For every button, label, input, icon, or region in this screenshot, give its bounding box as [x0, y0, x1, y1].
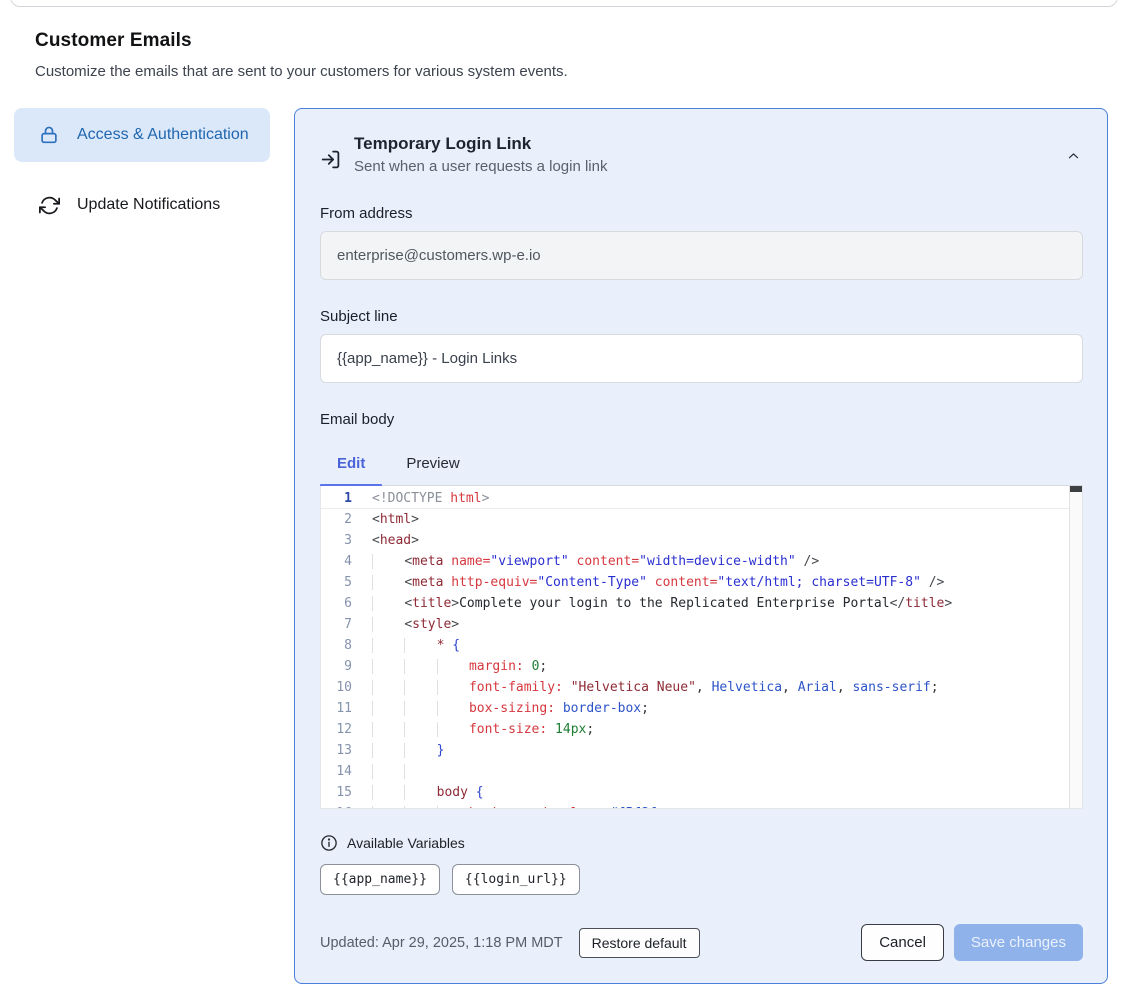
code-line[interactable]: 8 * {: [321, 635, 1082, 656]
code-line[interactable]: 15 body {: [321, 782, 1082, 803]
content-area: Access & Authentication Update Notificati…: [0, 80, 1128, 984]
tab-edit[interactable]: Edit: [320, 445, 382, 485]
line-number: 16: [321, 803, 352, 809]
panel-subtitle: Sent when a user requests a login link: [354, 158, 607, 175]
line-number: 11: [321, 698, 352, 719]
code-line[interactable]: 16 background-color: #f5f8fa;: [321, 803, 1082, 809]
code-line[interactable]: 6 <title>Complete your login to the Repl…: [321, 593, 1082, 614]
line-content: <style>: [352, 614, 459, 635]
code-line[interactable]: 12 font-size: 14px;: [321, 719, 1082, 740]
from-address-input[interactable]: [320, 231, 1083, 280]
variable-chip-app-name[interactable]: {{app_name}}: [320, 864, 440, 895]
variable-chip-login-url[interactable]: {{login_url}}: [452, 864, 580, 895]
panel-title: Temporary Login Link: [354, 134, 607, 154]
editor-scrollbar-thumb[interactable]: [1070, 486, 1082, 492]
previous-card-bottom-edge: [10, 0, 1118, 7]
available-variables-row: Available Variables: [320, 834, 1083, 852]
line-number: 7: [321, 614, 352, 635]
line-number: 5: [321, 572, 352, 593]
page-header: Customer Emails Customize the emails tha…: [0, 0, 1128, 80]
sidebar-item-access-authentication[interactable]: Access & Authentication: [14, 108, 270, 162]
save-changes-button[interactable]: Save changes: [954, 924, 1083, 961]
refresh-icon: [38, 194, 60, 216]
line-content: background-color: #f5f8fa;: [352, 803, 672, 809]
line-number: 13: [321, 740, 352, 761]
info-icon[interactable]: [320, 834, 338, 852]
line-content: font-size: 14px;: [352, 719, 594, 740]
login-icon: [320, 149, 341, 170]
subject-line-label: Subject line: [320, 308, 1083, 325]
panel-footer: Updated: Apr 29, 2025, 1:18 PM MDT Resto…: [320, 924, 1083, 961]
chevron-up-icon: [1066, 151, 1081, 166]
line-content: box-sizing: border-box;: [352, 698, 649, 719]
line-number: 15: [321, 782, 352, 803]
code-line[interactable]: 10 font-family: "Helvetica Neue", Helvet…: [321, 677, 1082, 698]
code-lines: 1<!DOCTYPE html>2<html>3<head>4 <meta na…: [321, 486, 1082, 809]
line-number: 12: [321, 719, 352, 740]
line-number: 3: [321, 530, 352, 551]
code-line[interactable]: 2<html>: [321, 509, 1082, 530]
line-number: 1: [321, 488, 352, 509]
editor-tabs: EditPreview: [320, 445, 1083, 486]
page-description: Customize the emails that are sent to yo…: [35, 63, 1093, 80]
lock-icon: [38, 124, 60, 146]
line-content: * {: [352, 635, 460, 656]
line-content: body {: [352, 782, 484, 803]
email-body-label: Email body: [320, 411, 1083, 428]
code-line[interactable]: 14: [321, 761, 1082, 782]
line-number: 10: [321, 677, 352, 698]
cancel-button[interactable]: Cancel: [861, 924, 944, 961]
subject-line-input[interactable]: [320, 334, 1083, 383]
line-content: <html>: [352, 509, 419, 530]
line-number: 4: [321, 551, 352, 572]
line-content: <head>: [352, 530, 419, 551]
code-line[interactable]: 9 margin: 0;: [321, 656, 1082, 677]
line-number: 14: [321, 761, 352, 782]
restore-default-button[interactable]: Restore default: [579, 928, 700, 958]
from-address-label: From address: [320, 205, 1083, 222]
code-line[interactable]: 13 }: [321, 740, 1082, 761]
code-line[interactable]: 4 <meta name="viewport" content="width=d…: [321, 551, 1082, 572]
code-line[interactable]: 1<!DOCTYPE html>: [321, 488, 1082, 509]
code-line[interactable]: 7 <style>: [321, 614, 1082, 635]
collapse-button[interactable]: [1064, 147, 1083, 168]
line-number: 8: [321, 635, 352, 656]
code-line[interactable]: 11 box-sizing: border-box;: [321, 698, 1082, 719]
sidebar: Access & Authentication Update Notificati…: [14, 108, 270, 232]
line-number: 2: [321, 509, 352, 530]
panel-header: Temporary Login Link Sent when a user re…: [320, 134, 1083, 175]
line-content: <meta http-equiv="Content-Type" content=…: [352, 572, 944, 593]
line-number: 9: [321, 656, 352, 677]
email-template-panel: Temporary Login Link Sent when a user re…: [294, 108, 1108, 984]
code-editor[interactable]: 1<!DOCTYPE html>2<html>3<head>4 <meta na…: [320, 486, 1083, 809]
line-content: }: [352, 740, 444, 761]
line-content: font-family: "Helvetica Neue", Helvetica…: [352, 677, 939, 698]
line-content: <meta name="viewport" content="width=dev…: [352, 551, 819, 572]
line-content: <title>Complete your login to the Replic…: [352, 593, 952, 614]
page-title: Customer Emails: [35, 30, 1093, 52]
sidebar-item-update-notifications[interactable]: Update Notifications: [14, 178, 270, 232]
sidebar-item-label: Update Notifications: [77, 193, 220, 217]
updated-timestamp: Updated: Apr 29, 2025, 1:18 PM MDT: [320, 935, 563, 951]
line-number: 6: [321, 593, 352, 614]
line-content: [352, 761, 437, 782]
editor-scrollbar[interactable]: [1069, 486, 1082, 808]
tab-preview[interactable]: Preview: [389, 445, 476, 485]
available-variables-label: Available Variables: [347, 835, 465, 851]
code-line[interactable]: 3<head>: [321, 530, 1082, 551]
line-content: margin: 0;: [352, 656, 547, 677]
variable-chips: {{app_name}} {{login_url}}: [320, 864, 1083, 895]
sidebar-item-label: Access & Authentication: [77, 123, 249, 147]
code-line[interactable]: 5 <meta http-equiv="Content-Type" conten…: [321, 572, 1082, 593]
line-content: <!DOCTYPE html>: [352, 488, 489, 509]
